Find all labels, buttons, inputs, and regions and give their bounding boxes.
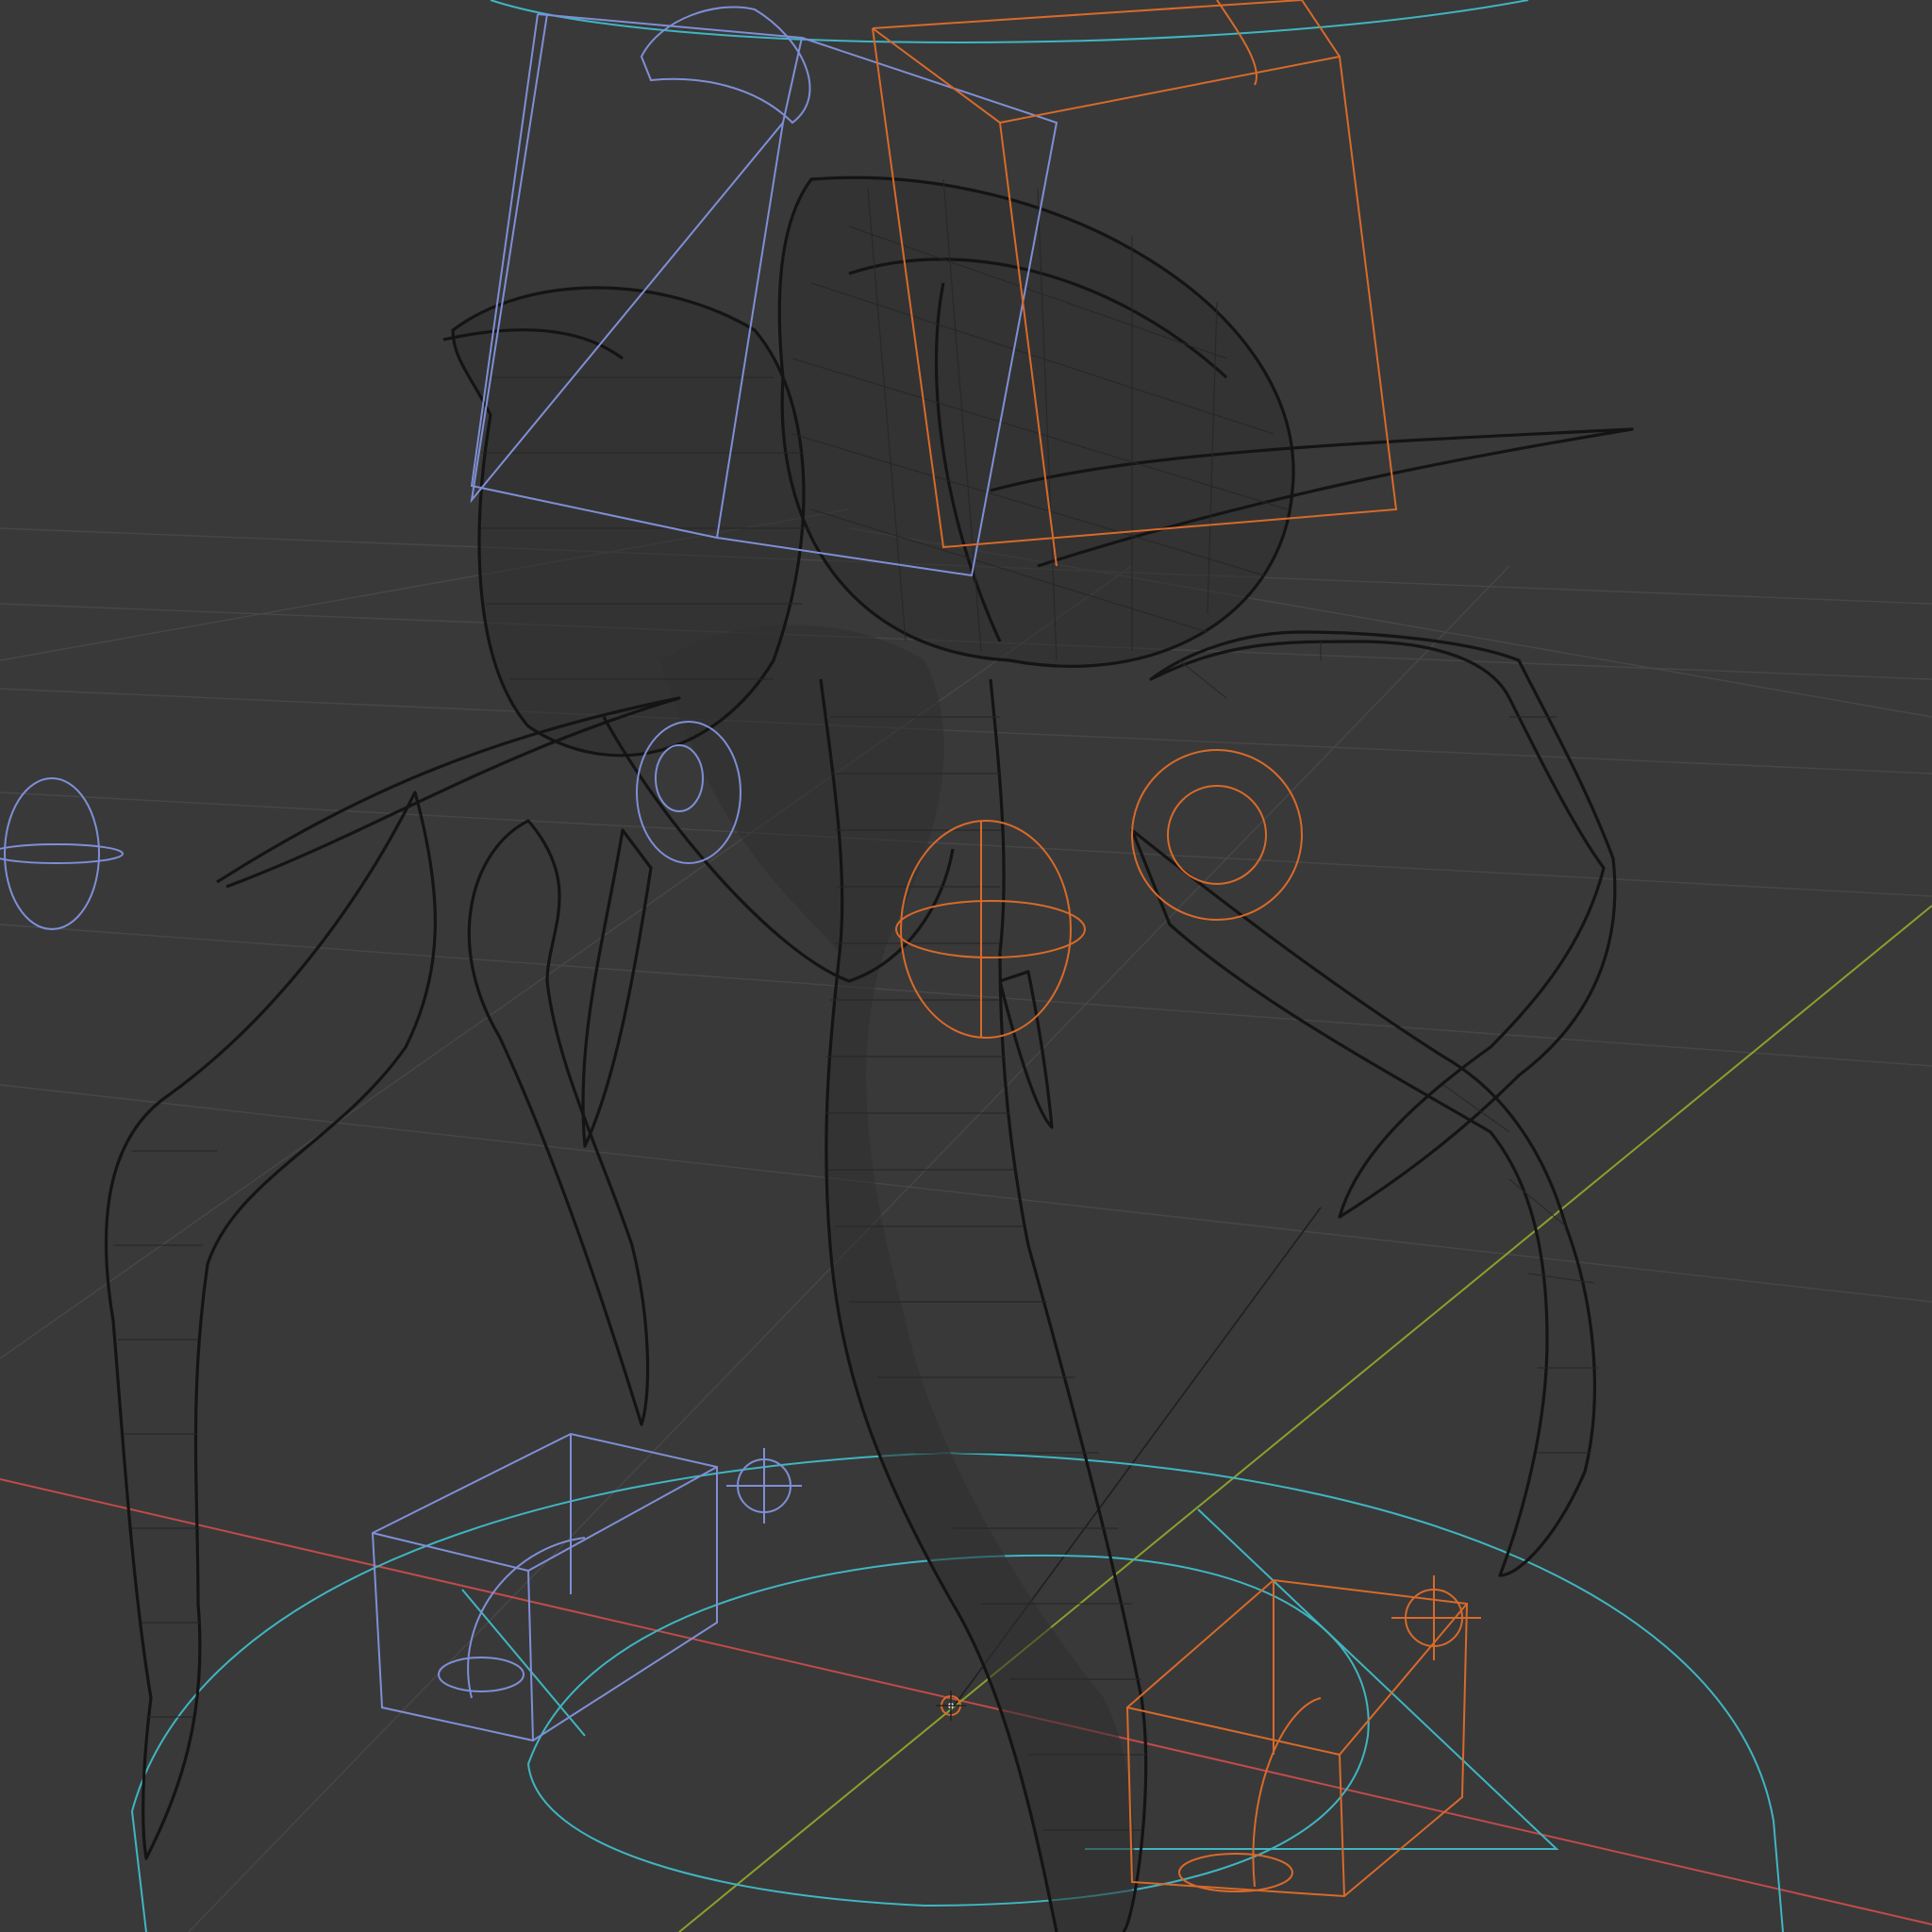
spider-creature-fill	[453, 177, 1294, 1932]
right-shoulder-circle-control[interactable]	[1131, 749, 1303, 921]
hip-sphere-control[interactable]	[895, 820, 1086, 1039]
left-bone-sphere-control[interactable]	[0, 777, 124, 930]
left-foot-box-control[interactable]	[371, 1432, 718, 1742]
viewport-canvas[interactable]	[0, 0, 1932, 1932]
3d-viewport[interactable]	[0, 0, 1932, 1932]
floor-grid	[0, 508, 1932, 1932]
right-foot-pivot-control[interactable]	[1391, 1575, 1481, 1660]
left-foot-pivot-control[interactable]	[726, 1448, 802, 1524]
